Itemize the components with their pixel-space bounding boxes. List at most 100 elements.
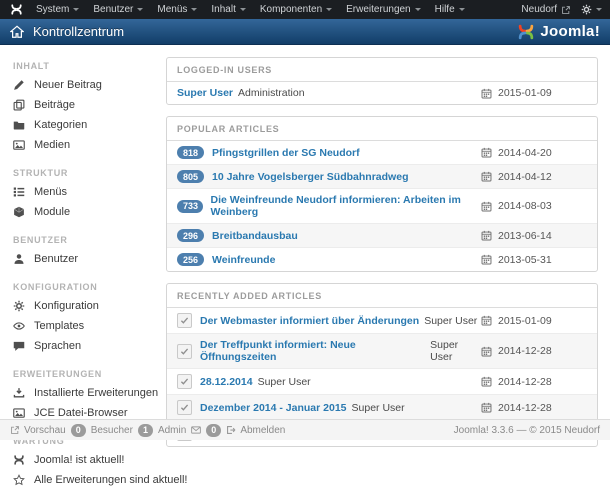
site-name: Neudorf	[521, 4, 557, 15]
calendar-icon	[481, 147, 492, 158]
menu-hilfe[interactable]: Hilfe	[428, 0, 472, 19]
article-link[interactable]: Der Treffpunkt informiert: Neue Öffnungs…	[200, 339, 425, 363]
chevron-down-icon	[73, 8, 80, 11]
page-title: Kontrollzentrum	[33, 24, 125, 39]
menu-label: System	[36, 4, 70, 15]
sidebar-item-beitraege[interactable]: Beiträge	[13, 95, 160, 115]
popular-article-row: 818 Pfingstgrillen der SG Neudorf 2014-0…	[167, 141, 597, 164]
logout-icon	[226, 425, 236, 435]
logged-in-user-row: Super User Administration 2015-01-09	[167, 82, 597, 104]
user-link[interactable]: Super User	[177, 87, 233, 99]
recent-article-row: Dezember 2014 - Januar 2015 Super User 2…	[167, 394, 597, 420]
joomla-logo-icon	[519, 24, 534, 39]
sidebar-item-label: Module	[34, 206, 71, 218]
sidebar-item-menus[interactable]: Menüs	[13, 182, 160, 202]
calendar-icon	[481, 201, 492, 212]
sidebar-item-benutzer[interactable]: Benutzer	[13, 249, 160, 269]
copy-icon	[13, 99, 25, 111]
chevron-down-icon	[191, 8, 198, 11]
published-check-icon[interactable]	[177, 313, 192, 328]
chevron-down-icon	[137, 8, 144, 11]
messages-count-badge: 0	[206, 423, 222, 437]
external-link-icon	[10, 425, 20, 435]
menu-komponenten[interactable]: Komponenten	[253, 0, 339, 19]
panel-title: LOGGED-IN USERS	[167, 58, 597, 82]
chevron-down-icon	[239, 8, 246, 11]
article-date: 2014-12-28	[498, 401, 552, 414]
envelope-icon[interactable]	[191, 425, 201, 435]
sidebar-item-medien[interactable]: Medien	[13, 135, 160, 155]
menu-label: Hilfe	[434, 4, 455, 15]
preview-label: Vorschau	[24, 424, 66, 436]
logout-link[interactable]: Abmelden	[226, 425, 285, 436]
article-link[interactable]: Dezember 2014 - Januar 2015	[200, 402, 347, 414]
sidebar-item-label: Menüs	[34, 186, 68, 198]
article-link[interactable]: Die Weinfreunde Neudorf informieren: Arb…	[211, 194, 481, 218]
sidebar-item-label: JCE Datei-Browser	[34, 407, 128, 419]
article-link[interactable]: Weinfreunde	[212, 254, 275, 266]
logout-label: Abmelden	[240, 424, 286, 436]
view-site-link[interactable]: Neudorf	[521, 4, 571, 15]
menu-label: Erweiterungen	[346, 4, 411, 15]
menu-label: Menüs	[157, 4, 188, 15]
image-icon	[13, 139, 25, 151]
joomla-wordmark: Joomla!	[540, 23, 600, 40]
article-date: 2014-12-28	[498, 345, 552, 357]
menu-menus[interactable]: Menüs	[150, 0, 204, 19]
article-link[interactable]: Der Webmaster informiert über Änderungen	[200, 315, 419, 327]
article-date: 2013-05-31	[498, 253, 552, 266]
sidebar-item-erweiterungen-aktuell[interactable]: Alle Erweiterungen sind aktuell!	[13, 470, 187, 490]
popular-article-row: 296 Breitbandausbau 2013-06-14	[167, 223, 597, 247]
menu-erweiterungen[interactable]: Erweiterungen	[339, 0, 427, 19]
sidebar-section-benutzer: BENUTZER	[13, 235, 68, 245]
menu-benutzer[interactable]: Benutzer	[86, 0, 150, 19]
calendar-icon	[481, 376, 492, 387]
calendar-icon	[481, 402, 492, 413]
visitors-count-badge: 0	[70, 423, 86, 437]
sidebar-item-label: Benutzer	[34, 253, 79, 265]
sidebar-item-label: Kategorien	[34, 119, 88, 131]
sidebar-item-konfiguration[interactable]: Konfiguration	[13, 296, 160, 316]
article-author: Super User	[257, 375, 311, 388]
panel-title: POPULAR ARTICLES	[167, 117, 597, 141]
sidebar-item-module[interactable]: Module	[13, 202, 160, 222]
user-settings-menu[interactable]	[581, 4, 602, 15]
article-link[interactable]: 10 Jahre Vogelsberger Südbahnradweg	[212, 171, 408, 183]
preview-link[interactable]: Vorschau	[10, 425, 66, 436]
published-check-icon[interactable]	[177, 343, 192, 359]
sidebar-item-neuer-beitrag[interactable]: Neuer Beitrag	[13, 75, 160, 95]
menu-inhalt[interactable]: Inhalt	[204, 0, 252, 19]
chevron-down-icon	[596, 8, 602, 11]
sidebar-item-kategorien[interactable]: Kategorien	[13, 115, 160, 135]
folder-icon	[13, 119, 25, 131]
sidebar-section-konfiguration: KONFIGURATION	[13, 282, 98, 292]
calendar-icon	[481, 254, 492, 265]
article-date: 2014-12-28	[498, 375, 552, 388]
sidebar-item-installierte-erweiterungen[interactable]: Installierte Erweiterungen	[13, 383, 160, 403]
sidebar-item-joomla-aktuell[interactable]: Joomla! ist aktuell!	[13, 450, 160, 470]
cog-icon	[13, 300, 25, 312]
sidebar-item-templates[interactable]: Templates	[13, 316, 160, 336]
popular-articles-panel: POPULAR ARTICLES 818 Pfingstgrillen der …	[166, 116, 598, 272]
logged-in-users-panel: LOGGED-IN USERS Super User Administratio…	[166, 57, 598, 105]
admin-menubar: System Benutzer Menüs Inhalt Komponenten…	[0, 0, 610, 19]
published-check-icon[interactable]	[177, 400, 192, 415]
published-check-icon[interactable]	[177, 374, 192, 389]
article-author: Super User	[351, 401, 405, 414]
cube-icon	[13, 206, 25, 218]
sidebar-item-label: Joomla! ist aktuell!	[34, 454, 125, 466]
sidebar-section-erweiterungen: ERWEITERUNGEN	[13, 369, 102, 379]
calendar-icon	[481, 171, 492, 182]
article-link[interactable]: Breitbandausbau	[212, 230, 298, 242]
article-date: 2014-04-12	[498, 170, 552, 183]
joomla-brand: Joomla!	[517, 23, 600, 41]
article-link[interactable]: Pfingstgrillen der SG Neudorf	[212, 147, 360, 159]
version-copyright: Joomla! 3.3.6 — © 2015 Neudorf	[453, 424, 600, 436]
article-link[interactable]: 28.12.2014	[200, 376, 253, 388]
sidebar-item-sprachen[interactable]: Sprachen	[13, 336, 160, 356]
menu-system[interactable]: System	[29, 0, 86, 19]
hits-badge: 256	[177, 253, 205, 266]
hits-badge: 818	[177, 146, 205, 159]
calendar-icon	[481, 346, 492, 357]
sidebar-item-label: Konfiguration	[34, 300, 99, 312]
